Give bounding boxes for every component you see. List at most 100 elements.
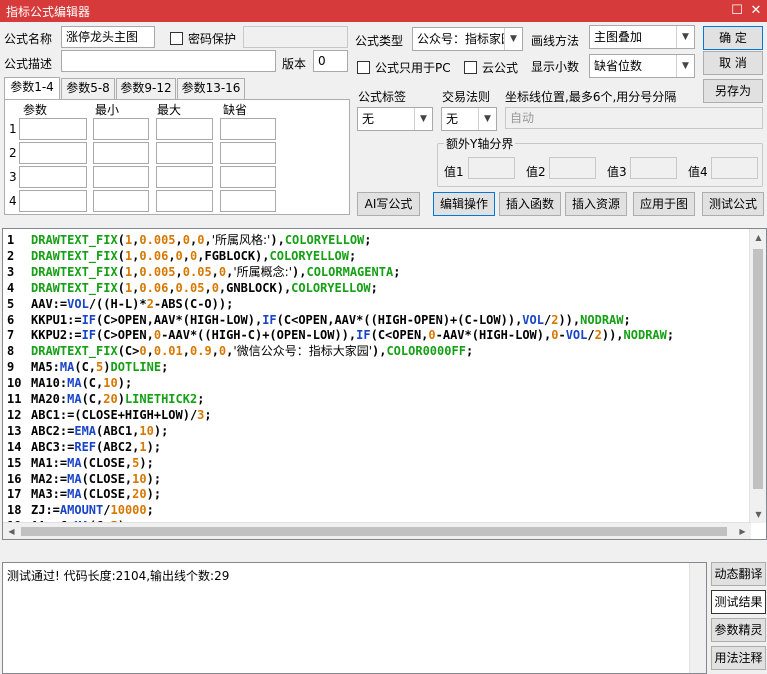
password-checkbox[interactable]: 密码保护: [170, 30, 236, 47]
cloud-checkbox-box[interactable]: [464, 61, 477, 74]
tab-params-1-4[interactable]: 参数1-4: [4, 77, 60, 99]
extra-y-value-1-label: 值1: [444, 165, 464, 179]
decimals-label: 显示小数: [531, 60, 580, 74]
extra-y-axis-legend: 额外Y轴分界: [444, 135, 516, 152]
decimals-select[interactable]: 缺省位数 ▼: [589, 54, 695, 78]
extra-y-value-4-input[interactable]: [711, 157, 758, 179]
edit-operation-button[interactable]: 编辑操作: [433, 192, 495, 216]
extra-y-value-3-input[interactable]: [630, 157, 677, 179]
editor-horizontal-scrollbar[interactable]: ◀ ▶: [3, 522, 751, 539]
param-3-max[interactable]: [156, 166, 213, 188]
scroll-left-icon[interactable]: ◀: [3, 523, 20, 539]
ai-write-button[interactable]: AI写公式: [357, 192, 420, 216]
insert-function-button[interactable]: 插入函数: [499, 192, 561, 216]
code-text: MA2:=MA(CLOSE,10);: [31, 471, 162, 486]
version-input[interactable]: 0: [313, 50, 348, 72]
code-text: DRAWTEXT_FIX(1,0.06,0.05,0,GNBLOCK),COLO…: [31, 280, 378, 295]
param-2-default[interactable]: [220, 142, 276, 164]
param-wizard-button[interactable]: 参数精灵: [711, 618, 766, 642]
extra-y-value-4-label: 值4: [688, 165, 708, 179]
editor-vscroll-thumb[interactable]: [753, 249, 763, 489]
extra-y-axis-group: 额外Y轴分界 值1 值2 值3 值4: [437, 135, 763, 187]
code-text: MA1:=MA(CLOSE,5);: [31, 455, 154, 470]
param-1-max[interactable]: [156, 118, 213, 140]
close-icon[interactable]: ✕: [746, 1, 766, 21]
line-number: 2: [7, 248, 15, 263]
scroll-right-icon[interactable]: ▶: [734, 523, 751, 539]
ok-button[interactable]: 确 定: [703, 26, 763, 50]
scroll-down-icon[interactable]: ▼: [750, 506, 766, 523]
chevron-down-icon: ▼: [478, 108, 496, 130]
param-1-name[interactable]: [19, 118, 87, 140]
save-as-button[interactable]: 另存为: [703, 79, 763, 103]
usage-notes-button[interactable]: 用法注释: [711, 646, 766, 670]
tab-params-5-8[interactable]: 参数5-8: [61, 78, 115, 99]
code-editor[interactable]: 20AA1:=VOL>REF(V,1)*1.2;19AA:=C>MA(C,5);…: [2, 228, 767, 540]
param-3-min[interactable]: [93, 166, 149, 188]
password-input[interactable]: [243, 26, 348, 48]
line-number: 14: [7, 439, 22, 454]
chevron-down-icon: ▼: [676, 26, 694, 48]
editor-hscroll-thumb[interactable]: [21, 527, 727, 536]
code-text: MA5:MA(C,5)DOTLINE;: [31, 360, 169, 375]
line-number: 11: [7, 392, 22, 406]
line-number: 1: [7, 233, 15, 247]
maximize-icon[interactable]: ☐: [727, 1, 747, 21]
code-text: ABC3:=REF(ABC2,1);: [31, 439, 162, 454]
param-1-default[interactable]: [220, 118, 276, 140]
code-text: KKPU2:=IF(C>OPEN,0-AAV*((HIGH-C)+(OPEN-L…: [31, 328, 675, 343]
test-result-button[interactable]: 测试结果: [711, 590, 766, 614]
formula-type-select[interactable]: 公众号：指标家园 ▼: [412, 27, 523, 51]
formula-tag-select[interactable]: 无 ▼: [357, 107, 433, 131]
extra-y-value-1-input[interactable]: [468, 157, 515, 179]
param-1-min[interactable]: [93, 118, 149, 140]
param-panel: 参数 最小 最大 缺省 1 2 3 4: [4, 99, 350, 215]
code-text: ABC1:=(CLOSE+HIGH+LOW)/3;: [31, 407, 212, 422]
result-scrollbar[interactable]: [689, 563, 706, 673]
param-2-name[interactable]: [19, 142, 87, 164]
param-3-name[interactable]: [19, 166, 87, 188]
trade-rule-select[interactable]: 无 ▼: [441, 107, 497, 131]
tab-params-9-12[interactable]: 参数9-12: [116, 78, 176, 99]
param-3-default[interactable]: [220, 166, 276, 188]
param-4-name[interactable]: [19, 190, 87, 212]
pc-only-checkbox-box[interactable]: [357, 61, 370, 74]
test-formula-button[interactable]: 测试公式: [702, 192, 764, 216]
cloud-label: 云公式: [482, 61, 519, 75]
pc-only-checkbox[interactable]: 公式只用于PC: [357, 59, 451, 76]
editor-vertical-scrollbar[interactable]: ▲ ▼: [749, 229, 766, 523]
window-title: 指标公式编辑器: [6, 5, 91, 19]
formula-desc-input[interactable]: [61, 50, 276, 72]
chevron-down-icon: ▼: [504, 28, 522, 50]
param-header-max: 最大: [157, 103, 182, 117]
param-4-min[interactable]: [93, 190, 149, 212]
coord-line-input[interactable]: 自动: [505, 107, 763, 129]
cancel-button[interactable]: 取 消: [703, 51, 763, 75]
password-checkbox-label: 密码保护: [188, 32, 237, 46]
line-number: 6: [7, 312, 15, 327]
tab-params-13-16[interactable]: 参数13-16: [177, 78, 245, 99]
param-4-default[interactable]: [220, 190, 276, 212]
param-4-max[interactable]: [156, 190, 213, 212]
param-header-name: 参数: [23, 103, 48, 117]
cloud-checkbox[interactable]: 云公式: [464, 59, 518, 76]
test-result-pane[interactable]: 测试通过! 代码长度:2104,输出线个数:29: [2, 562, 707, 674]
formula-name-input[interactable]: 涨停龙头主图: [61, 26, 155, 48]
formula-desc-label: 公式描述: [4, 57, 53, 71]
apply-to-chart-button[interactable]: 应用于图: [633, 192, 695, 216]
draw-method-select[interactable]: 主图叠加 ▼: [589, 25, 695, 49]
code-text: DRAWTEXT_FIX(1,0.005,0,0,'所属风格:'),COLORY…: [31, 233, 372, 247]
password-checkbox-box[interactable]: [170, 32, 183, 45]
extra-y-value-2-input[interactable]: [549, 157, 596, 179]
formula-name-label: 公式名称: [4, 32, 53, 46]
decimals-value: 缺省位数: [594, 59, 643, 73]
code-text: ZJ:=AMOUNT/10000;: [31, 503, 154, 518]
insert-resource-button[interactable]: 插入资源: [565, 192, 627, 216]
draw-method-label: 画线方法: [531, 34, 580, 48]
scroll-up-icon[interactable]: ▲: [750, 229, 766, 246]
dynamic-translate-button[interactable]: 动态翻译: [711, 562, 766, 586]
param-2-min[interactable]: [93, 142, 149, 164]
line-number: 16: [7, 471, 22, 486]
param-2-max[interactable]: [156, 142, 213, 164]
param-header-default: 缺省: [223, 103, 248, 117]
